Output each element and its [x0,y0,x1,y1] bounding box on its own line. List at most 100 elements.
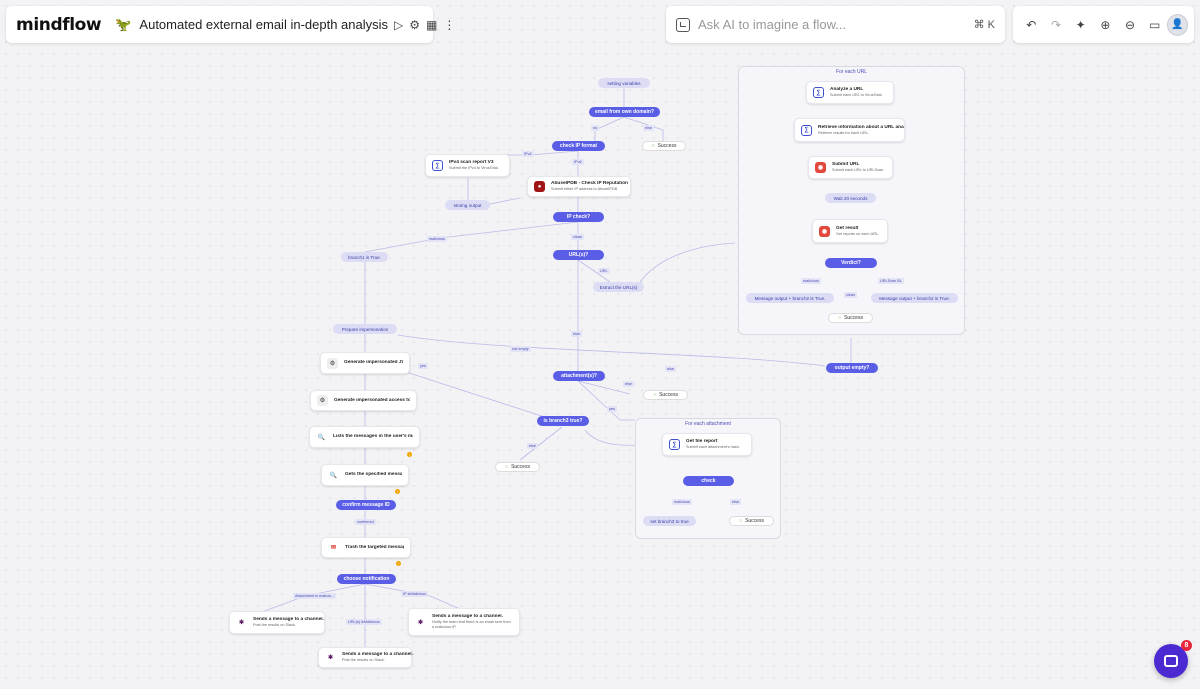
chat-button[interactable]: 8 [1154,640,1192,678]
node-list-messages[interactable]: 🔍 Lists the messages in the user's mai..… [309,426,420,448]
shortcut-hint: ⌘ K [973,19,995,31]
edge-label-clean-1: clean [571,234,585,240]
node-slack-urls[interactable]: ✱ Sends a message to a channel. Post the … [318,647,413,668]
warning-icon-2: ! [395,489,400,494]
node-slack-ip[interactable]: ✱ Sends a message to a channel. Notify th… [408,608,520,636]
edge-label-ipv6: IPv6 [572,159,584,165]
edge-label-else-5: else [665,366,676,372]
fit-view-icon[interactable]: ▭ [1142,12,1167,38]
avatar[interactable]: 👤 [1167,13,1189,36]
node-analyze-url[interactable]: ∑ Analyze a URL Submit each URL to VirusT… [806,81,894,104]
flow-edges [261,78,916,648]
edge-label-ip-malicious: IP isMalicious [401,591,429,597]
search-icon: 🔍 [316,431,327,443]
node-ipv4-scan-report[interactable]: ∑ IPv4 scan report V3 Submit the IPv4 to … [425,154,510,177]
flow-icon: 🦖 [115,16,132,32]
slack-icon-2: ✱ [415,616,426,628]
edge-label-malicious-2: malicious [801,278,821,284]
edge-label-not-empty: not empty [510,346,531,352]
node-generate-token[interactable]: ⚙ Generate impersonated access token [310,390,417,411]
node-extract-urls[interactable]: Extract the URL(s) [593,282,644,292]
node-confirm-message-id[interactable]: confirm message ID [336,500,396,510]
node-branch1-true[interactable]: branch1 is True. [341,252,388,262]
edge-label-confirmed: confirmed [355,519,376,525]
node-message-branch2-b[interactable]: Message output + branch2 is True. [871,293,958,303]
node-check-ip-format[interactable]: check IP format [552,141,605,151]
zoom-out-icon[interactable]: ⊖ [1118,12,1143,38]
node-check[interactable]: check [683,476,734,486]
urlscan-icon-2: ◉ [819,225,830,237]
more-vertical-icon[interactable]: ⋮ [443,12,455,38]
node-choose-notification[interactable]: choose notification [337,574,396,584]
chat-icon [1164,655,1178,667]
node-success-3[interactable]: Success [495,462,540,472]
slack-icon-3: ✱ [325,652,336,663]
node-ip-check[interactable]: IP check? [553,212,604,222]
warning-icon-3: ! [396,561,401,566]
node-submit-url[interactable]: ◉ Submit URL Submit each URL to URLScan. [808,156,893,179]
redo-icon[interactable]: ↷ [1044,12,1069,38]
flow-title[interactable]: Automated external email in-depth analys… [139,17,388,32]
virustotal-icon-4: ∑ [669,439,680,450]
ai-prompt-bar: ⌘ K [666,6,1005,43]
node-success-4[interactable]: Success [828,313,873,323]
gear-icon: ⚙ [327,357,338,369]
node-storing-output[interactable]: storing output [445,200,490,210]
chat-badge: 8 [1181,640,1192,651]
ai-prompt-icon [676,17,690,32]
slack-icon: ✱ [236,617,247,628]
play-icon[interactable]: ▷ [394,12,403,38]
warning-icon-1: ! [407,452,412,457]
edge-label-urls-malicious: URL(s) isMalicious [346,619,382,625]
edge-label-malicious-3: malicious [672,499,692,505]
virustotal-icon-3: ∑ [801,124,812,136]
edge-label-yes-1: yes [418,363,428,369]
gear-icon-2: ⚙ [317,395,328,406]
edge-label-ipv4: IPv4 [522,151,534,157]
edge-label-clean-2: clean [844,292,858,298]
node-set-branch3[interactable]: set branch3 to true [643,516,696,526]
calendar-icon[interactable]: ▦ [426,12,437,38]
node-is-branch3-true[interactable]: is branch3 true? [537,416,589,426]
node-setting-variables[interactable]: setting variables [598,78,650,88]
edge-label-yes-2: yes [607,406,617,412]
node-abuseipdb[interactable]: ● AbuseIPDB - Check IP Reputation Submit … [527,176,631,197]
node-slack-attachment[interactable]: ✱ Sends a message to a channel. Post the … [229,611,325,634]
flow-header-bar: mindflow 🦖 Automated external email in-d… [6,6,455,43]
node-trash-message[interactable]: ✉ Trash the targeted message [321,537,411,558]
edge-label-attachment-malicious: Attachment is malicio... [293,593,337,599]
canvas-toolbar: ↶ ↷ ✦ ⊕ ⊖ ▭ 👤 [1013,6,1194,43]
gear-icon[interactable]: ⚙ [409,12,420,38]
flow-canvas[interactable]: For each URL For each attachment setting… [0,0,1200,689]
node-success-1[interactable]: Success [642,141,686,151]
node-attachments[interactable]: attachment(s)? [553,371,605,381]
edge-label-url: URL [598,268,610,274]
node-get-message[interactable]: 🔍 Gets the specified message [321,464,409,486]
node-get-file-report[interactable]: ∑ Get file report Submit each attachment'… [662,433,752,456]
edge-label-else-3: else [623,381,634,387]
node-prepare-impersonation[interactable]: Prepare impersonation [333,324,397,334]
ai-prompt-input[interactable] [698,17,974,32]
node-success-5[interactable]: Success [729,516,774,526]
magic-wand-icon[interactable]: ✦ [1068,12,1093,38]
virustotal-icon: ∑ [432,160,443,171]
node-verdict[interactable]: Verdict? [825,258,877,268]
undo-icon[interactable]: ↶ [1019,12,1044,38]
node-retrieve-url[interactable]: ∑ Retrieve information about a URL ana..… [794,118,905,142]
edge-label-else-2: else [571,331,582,337]
virustotal-icon-2: ∑ [813,87,824,98]
mindflow-logo[interactable]: mindflow [16,15,102,35]
edge-label-else: else [643,125,654,131]
node-urls[interactable]: URL(s)? [553,250,604,260]
node-own-domain[interactable]: email from own domain? [589,107,660,117]
zoom-in-icon[interactable]: ⊕ [1093,12,1118,38]
node-output-empty[interactable]: output empty? [826,363,878,373]
node-get-result[interactable]: ◉ Get result Get reports on each URL. [812,219,888,243]
gmail-icon: ✉ [328,542,339,553]
node-message-branch2-a[interactable]: Message output + branch2 is True. [746,293,834,303]
node-generate-jwt[interactable]: ⚙ Generate impersonated JWT [320,352,410,374]
edge-label-malicious-1: malicious [427,236,447,242]
edge-label-else-4: else [527,443,538,449]
node-wait-20-seconds[interactable]: Wait 20 seconds [825,193,876,203]
node-success-2[interactable]: Success [643,390,688,400]
